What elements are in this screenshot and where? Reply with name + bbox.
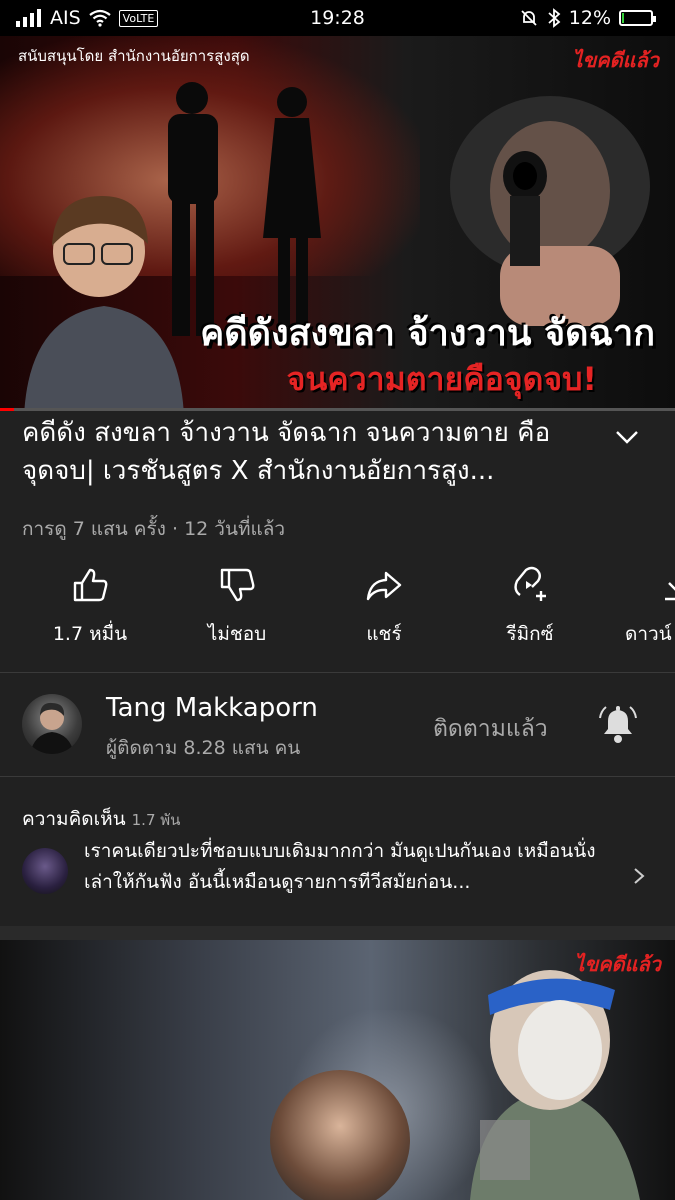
battery-percent: 12%: [568, 7, 611, 29]
comments-header: ความคิดเห็น 1.7 พัน: [22, 804, 180, 834]
like-count: 1.7 หมื่น: [52, 623, 128, 645]
chevron-right-icon[interactable]: [632, 866, 646, 886]
comments-count: 1.7 พัน: [131, 811, 181, 829]
chevron-down-icon[interactable]: [612, 422, 642, 452]
bell-icon[interactable]: [598, 704, 638, 746]
carrier-label: AIS: [50, 7, 81, 29]
host-portrait: [24, 196, 184, 410]
channel-avatar[interactable]: [22, 694, 82, 754]
share-button[interactable]: แชร์: [324, 565, 444, 649]
section-separator: [0, 926, 675, 940]
video-title: คดีดัง สงขลา จ้างวาน จัดฉาก จนความตาย คื…: [22, 418, 551, 486]
battery-level-fill: [622, 13, 624, 23]
face-shield-figure: [470, 970, 640, 1200]
video-meta: การดู 7 แสน ครั้ง · 12 วันที่แล้ว: [22, 518, 286, 540]
channel-watermark: ไขคดีแล้ว: [574, 952, 661, 976]
action-bar: 1.7 หมื่น ไม่ชอบ แชร์ รีมิกซ์ ดาวน์: [0, 565, 675, 665]
video-title-area[interactable]: คดีดัง สงขลา จ้างวาน จัดฉาก จนความตาย คื…: [22, 414, 582, 490]
comments-section[interactable]: ความคิดเห็น 1.7 พัน เราคนเดียวปะที่ชอบแบบ…: [0, 776, 675, 926]
signal-icon: [16, 9, 41, 27]
remix-button[interactable]: รีมิกซ์: [470, 565, 590, 649]
status-bar: AIS VoLTE 19:28 12%: [0, 0, 675, 36]
thumbs-up-icon: [73, 568, 108, 602]
avatar-portrait: [30, 702, 74, 754]
battery-icon: [619, 10, 656, 26]
bluetooth-icon: [548, 8, 561, 28]
dislike-button[interactable]: ไม่ชอบ: [177, 565, 297, 649]
next-video-thumbnail[interactable]: ไขคดีแล้ว: [0, 940, 675, 1200]
mute-bell-icon: [521, 10, 537, 26]
channel-row[interactable]: Tang Makkaporn ผู้ติดตาม 8.28 แสน คน ติด…: [0, 673, 675, 776]
share-icon: [366, 571, 402, 601]
download-icon: [665, 582, 675, 601]
thumbs-down-icon: [220, 568, 255, 602]
subscribed-button[interactable]: ติดตามแล้ว: [433, 711, 548, 747]
video-progress-bar[interactable]: [0, 408, 675, 411]
progress-played: [0, 408, 14, 411]
remix-label: รีมิกซ์: [506, 623, 554, 645]
channel-watermark: ไขคดีแล้ว: [572, 48, 659, 72]
subscriber-count: ผู้ติดตาม 8.28 แสน คน: [106, 737, 301, 759]
host-portrait: [270, 1070, 410, 1200]
comments-title: ความคิดเห็น: [22, 808, 126, 830]
volte-badge: VoLTE: [118, 9, 159, 27]
wifi-icon: [88, 9, 111, 27]
download-button[interactable]: ดาวน์: [617, 565, 675, 649]
thumbnail-subheadline: จนความตายคือจุดจบ!: [286, 360, 597, 398]
video-player[interactable]: สนับสนุนโดย สำนักงานอัยการสูงสุด ไขคดีแล…: [0, 36, 675, 410]
sponsor-text: สนับสนุนโดย สำนักงานอัยการสูงสุด: [18, 47, 250, 65]
remix-icon: [514, 566, 546, 601]
channel-name[interactable]: Tang Makkaporn: [106, 693, 318, 723]
thumbnail-headline: คดีดังสงขลา จ้างวาน จัดฉาก: [200, 313, 655, 354]
download-label: ดาวน์: [625, 623, 672, 645]
like-button[interactable]: 1.7 หมื่น: [30, 565, 150, 649]
dislike-label: ไม่ชอบ: [207, 623, 267, 645]
top-comment: เราคนเดียวปะที่ชอบแบบเดิมมากกว่า มันดูเป…: [84, 840, 596, 893]
share-label: แชร์: [366, 623, 402, 645]
gun-figure: [450, 96, 650, 326]
commenter-avatar: [22, 848, 68, 894]
